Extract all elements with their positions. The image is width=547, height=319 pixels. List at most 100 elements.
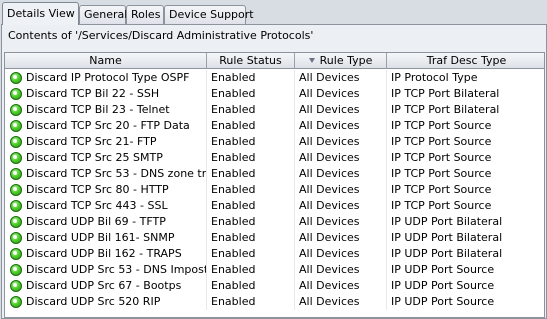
- table-row[interactable]: Discard UDP Src 520 RIP Enabled All Device…: [5, 294, 544, 310]
- cell-rule-status: Enabled: [207, 214, 295, 230]
- rule-name: Discard TCP Src 25 SMTP: [26, 151, 163, 164]
- cell-rule-type: All Devices: [295, 118, 387, 134]
- cell-name: Discard UDP Src 520 RIP: [5, 294, 207, 310]
- cell-rule-status: Enabled: [207, 230, 295, 246]
- cell-rule-status: Enabled: [207, 262, 295, 278]
- column-header-name[interactable]: Name: [5, 53, 207, 69]
- cell-rule-status: Enabled: [207, 294, 295, 310]
- table-row[interactable]: Discard TCP Src 80 - HTTP Enabled All Devi…: [5, 182, 544, 198]
- green-circle-icon: [10, 200, 22, 212]
- table-body: Discard IP Protocol Type OSPF Enabled All …: [5, 70, 544, 310]
- cell-name: Discard TCP Src 53 - DNS zone tra...: [5, 166, 207, 182]
- app-window: Details View General Roles Device Suppor…: [0, 0, 547, 319]
- tab-general[interactable]: General: [79, 5, 127, 24]
- rule-name: Discard TCP Src 443 - SSL: [26, 199, 168, 212]
- cell-traf-desc-type: IP UDP Port Source: [387, 278, 544, 294]
- tab-device-support[interactable]: Device Support: [164, 5, 254, 24]
- cell-rule-type: All Devices: [295, 278, 387, 294]
- cell-rule-status: Enabled: [207, 70, 295, 86]
- tab-bar: Details View General Roles Device Suppor…: [0, 0, 547, 25]
- green-circle-icon: [10, 184, 22, 196]
- cell-rule-status: Enabled: [207, 198, 295, 214]
- table-header: Name Rule Status Rule Type Traf Desc Typ…: [5, 53, 544, 69]
- tab-roles[interactable]: Roles: [126, 5, 164, 24]
- cell-rule-type: All Devices: [295, 294, 387, 310]
- table-row[interactable]: Discard UDP Src 67 - Bootps Enabled All De…: [5, 278, 544, 294]
- green-circle-icon: [10, 104, 22, 116]
- cell-traf-desc-type: IP UDP Port Source: [387, 262, 544, 278]
- cell-name: Discard TCP Src 80 - HTTP: [5, 182, 207, 198]
- cell-rule-type: All Devices: [295, 166, 387, 182]
- green-circle-icon: [10, 152, 22, 164]
- cell-rule-status: Enabled: [207, 166, 295, 182]
- table-row[interactable]: Discard UDP Bil 161- SNMP Enabled All Devi…: [5, 230, 544, 246]
- cell-traf-desc-type: IP TCP Port Source: [387, 198, 544, 214]
- cell-rule-type: All Devices: [295, 214, 387, 230]
- cell-traf-desc-type: IP TCP Port Bilateral: [387, 102, 544, 118]
- cell-traf-desc-type: IP TCP Port Source: [387, 134, 544, 150]
- column-header-rule-status[interactable]: Rule Status: [207, 53, 295, 69]
- table-row[interactable]: Discard UDP Bil 69 - TFTP Enabled All Devi…: [5, 214, 544, 230]
- cell-traf-desc-type: IP Protocol Type: [387, 70, 544, 86]
- rule-name: Discard IP Protocol Type OSPF: [26, 71, 190, 84]
- cell-rule-type: All Devices: [295, 134, 387, 150]
- rule-name: Discard TCP Src 53 - DNS zone tra...: [26, 167, 207, 180]
- column-header-rule-type[interactable]: Rule Type: [295, 53, 387, 69]
- rule-name: Discard TCP Bil 23 - Telnet: [26, 103, 170, 116]
- cell-rule-status: Enabled: [207, 246, 295, 262]
- contents-path-label: Contents of '/Services/Discard Administr…: [8, 29, 314, 42]
- table-row[interactable]: Discard TCP Src 20 - FTP Data Enabled All …: [5, 118, 544, 134]
- green-circle-icon: [10, 248, 22, 260]
- green-circle-icon: [10, 120, 22, 132]
- table-row[interactable]: Discard TCP Src 25 SMTP Enabled All Device…: [5, 150, 544, 166]
- cell-name: Discard IP Protocol Type OSPF: [5, 70, 207, 86]
- services-table: Name Rule Status Rule Type Traf Desc Typ…: [4, 52, 545, 318]
- cell-traf-desc-type: IP UDP Port Bilateral: [387, 214, 544, 230]
- green-circle-icon: [10, 296, 22, 308]
- cell-rule-status: Enabled: [207, 86, 295, 102]
- cell-name: Discard UDP Src 67 - Bootps: [5, 278, 207, 294]
- cell-traf-desc-type: IP TCP Port Bilateral: [387, 86, 544, 102]
- cell-name: Discard TCP Src 443 - SSL: [5, 198, 207, 214]
- cell-name: Discard UDP Src 53 - DNS Imposters: [5, 262, 207, 278]
- rule-name: Discard UDP Bil 162 - TRAPS: [26, 247, 182, 260]
- table-row[interactable]: Discard TCP Src 21- FTP Enabled All Device…: [5, 134, 544, 150]
- cell-rule-type: All Devices: [295, 102, 387, 118]
- cell-name: Discard UDP Bil 161- SNMP: [5, 230, 207, 246]
- cell-name: Discard UDP Bil 69 - TFTP: [5, 214, 207, 230]
- rule-name: Discard TCP Src 80 - HTTP: [26, 183, 169, 196]
- cell-traf-desc-type: IP UDP Port Bilateral: [387, 246, 544, 262]
- green-circle-icon: [10, 264, 22, 276]
- table-row[interactable]: Discard TCP Src 53 - DNS zone tra... Enab…: [5, 166, 544, 182]
- details-panel: Contents of '/Services/Discard Administr…: [1, 24, 547, 319]
- cell-rule-type: All Devices: [295, 182, 387, 198]
- tab-details-view[interactable]: Details View: [2, 2, 79, 25]
- rule-name: Discard UDP Bil 161- SNMP: [26, 231, 175, 244]
- table-row[interactable]: Discard IP Protocol Type OSPF Enabled All …: [5, 70, 544, 86]
- table-row[interactable]: Discard TCP Src 443 - SSL Enabled All Devi…: [5, 198, 544, 214]
- cell-traf-desc-type: IP UDP Port Bilateral: [387, 230, 544, 246]
- green-circle-icon: [10, 136, 22, 148]
- cell-rule-type: All Devices: [295, 70, 387, 86]
- cell-rule-status: Enabled: [207, 278, 295, 294]
- cell-rule-type: All Devices: [295, 262, 387, 278]
- table-row[interactable]: Discard UDP Src 53 - DNS Imposters Enable…: [5, 262, 544, 278]
- cell-rule-type: All Devices: [295, 198, 387, 214]
- cell-name: Discard TCP Bil 23 - Telnet: [5, 102, 207, 118]
- cell-traf-desc-type: IP TCP Port Source: [387, 166, 544, 182]
- cell-rule-status: Enabled: [207, 134, 295, 150]
- cell-name: Discard TCP Src 20 - FTP Data: [5, 118, 207, 134]
- table-row[interactable]: Discard UDP Bil 162 - TRAPS Enabled All De…: [5, 246, 544, 262]
- table-row[interactable]: Discard TCP Bil 23 - Telnet Enabled All De…: [5, 102, 544, 118]
- cell-name: Discard TCP Bil 22 - SSH: [5, 86, 207, 102]
- rule-name: Discard TCP Src 21- FTP: [26, 135, 157, 148]
- rule-name: Discard TCP Bil 22 - SSH: [26, 87, 160, 100]
- column-header-traf-desc-type[interactable]: Traf Desc Type: [387, 53, 544, 69]
- cell-rule-type: All Devices: [295, 246, 387, 262]
- cell-rule-status: Enabled: [207, 182, 295, 198]
- cell-name: Discard TCP Src 21- FTP: [5, 134, 207, 150]
- cell-traf-desc-type: IP TCP Port Source: [387, 118, 544, 134]
- table-row[interactable]: Discard TCP Bil 22 - SSH Enabled All Devic…: [5, 86, 544, 102]
- cell-traf-desc-type: IP UDP Port Source: [387, 294, 544, 310]
- green-circle-icon: [10, 280, 22, 292]
